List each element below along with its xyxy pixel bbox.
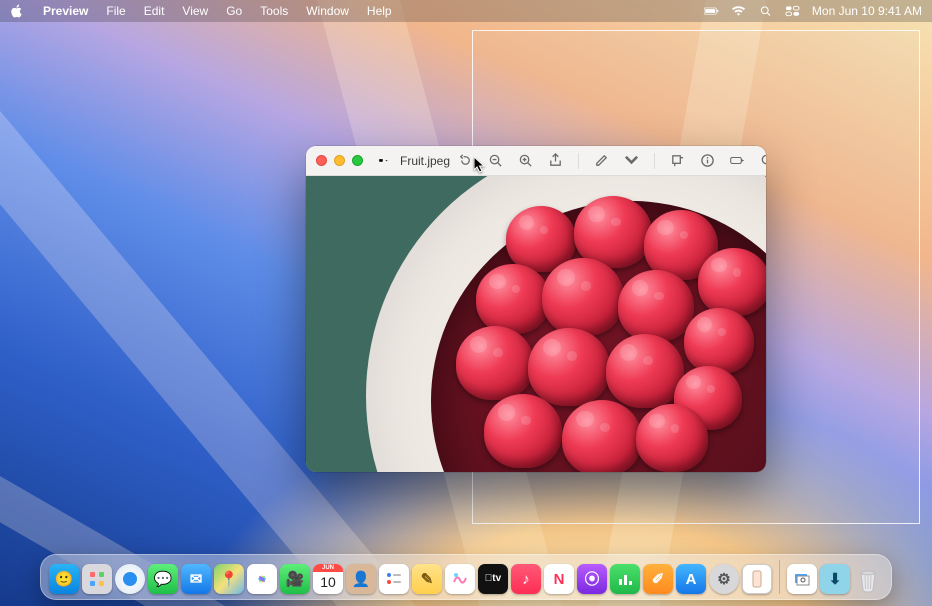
close-button[interactable]	[316, 155, 327, 166]
rotate-left-icon	[458, 153, 473, 168]
zoom-out-icon	[488, 153, 503, 168]
search-button[interactable]	[760, 153, 766, 168]
dock-preview-running[interactable]	[787, 564, 817, 594]
desktop: Preview File Edit View Go Tools Window H…	[0, 0, 932, 606]
dock-appstore[interactable]: A	[676, 564, 706, 594]
zoom-in-icon	[518, 153, 533, 168]
crop-button[interactable]	[670, 153, 685, 168]
window-titlebar[interactable]: Fruit.jpeg	[306, 146, 766, 176]
dock-maps[interactable]: 📍	[214, 564, 244, 594]
menu-app-name[interactable]: Preview	[34, 4, 97, 18]
dock-calendar[interactable]: JUN10	[313, 564, 343, 594]
dock-pages[interactable]: ✐	[643, 564, 673, 594]
dock: 🙂 💬 ✉︎ 📍 🎥 JUN10 👤 ✎ tv ♪ N ⦿ ✐ A ⚙︎ ⬇︎	[0, 554, 932, 600]
menu-help[interactable]: Help	[358, 4, 401, 18]
dock-freeform[interactable]	[445, 564, 475, 594]
rotate-left-button[interactable]	[458, 153, 473, 168]
window-toolbar	[458, 153, 766, 169]
toolbar-divider	[578, 153, 579, 169]
zoom-in-button[interactable]	[518, 153, 533, 168]
minimize-button[interactable]	[334, 155, 345, 166]
menubar: Preview File Edit View Go Tools Window H…	[0, 0, 932, 22]
highlight-button[interactable]	[730, 153, 745, 168]
mouse-cursor-icon	[474, 157, 486, 175]
dock-messages[interactable]: 💬	[148, 564, 178, 594]
control-center-icon[interactable]	[785, 5, 800, 17]
document-image	[306, 176, 766, 472]
share-button[interactable]	[548, 153, 563, 168]
dock-numbers[interactable]	[610, 564, 640, 594]
dock-facetime[interactable]: 🎥	[280, 564, 310, 594]
wifi-icon[interactable]	[731, 5, 746, 17]
menu-tools[interactable]: Tools	[251, 4, 297, 18]
chevron-down-icon	[385, 158, 388, 164]
window-traffic-lights	[316, 155, 363, 166]
menu-file[interactable]: File	[97, 4, 134, 18]
toolbar-divider	[654, 153, 655, 169]
zoom-out-button[interactable]	[488, 153, 503, 168]
info-icon	[700, 153, 715, 168]
dock-reminders[interactable]	[379, 564, 409, 594]
dock-photos[interactable]	[247, 564, 277, 594]
sidebar-icon	[379, 159, 383, 162]
dock-podcasts[interactable]: ⦿	[577, 564, 607, 594]
menu-go[interactable]: Go	[217, 4, 251, 18]
info-button[interactable]	[700, 153, 715, 168]
dock-downloads[interactable]: ⬇︎	[820, 564, 850, 594]
dock-iphone-mirroring[interactable]	[742, 564, 772, 594]
chevron-down-icon[interactable]	[624, 153, 639, 168]
dock-contacts[interactable]: 👤	[346, 564, 376, 594]
dock-tv[interactable]: tv	[478, 564, 508, 594]
highlight-icon	[730, 153, 745, 168]
menu-window[interactable]: Window	[297, 4, 358, 18]
markup-button[interactable]	[594, 153, 609, 168]
battery-icon[interactable]	[704, 5, 719, 17]
preview-window[interactable]: Fruit.jpeg	[306, 146, 766, 472]
crop-icon	[670, 153, 685, 168]
dock-safari[interactable]	[115, 564, 145, 594]
zoom-button[interactable]	[352, 155, 363, 166]
dock-separator	[779, 560, 780, 594]
window-title: Fruit.jpeg	[400, 154, 450, 168]
spotlight-icon[interactable]	[758, 5, 773, 17]
share-icon	[548, 153, 563, 168]
apple-logo-icon[interactable]	[10, 4, 24, 18]
dock-mail[interactable]: ✉︎	[181, 564, 211, 594]
markup-pencil-icon	[594, 153, 609, 168]
sidebar-toggle-button[interactable]	[379, 158, 388, 164]
dock-notes[interactable]: ✎	[412, 564, 442, 594]
menu-edit[interactable]: Edit	[135, 4, 174, 18]
menubar-clock[interactable]: Mon Jun 10 9:41 AM	[812, 4, 922, 18]
dock-launchpad[interactable]	[82, 564, 112, 594]
menu-view[interactable]: View	[173, 4, 217, 18]
dock-system-settings[interactable]: ⚙︎	[709, 564, 739, 594]
dock-music[interactable]: ♪	[511, 564, 541, 594]
search-icon	[760, 153, 766, 168]
dock-news[interactable]: N	[544, 564, 574, 594]
dock-finder[interactable]: 🙂	[49, 564, 79, 594]
dock-trash[interactable]	[853, 564, 883, 594]
